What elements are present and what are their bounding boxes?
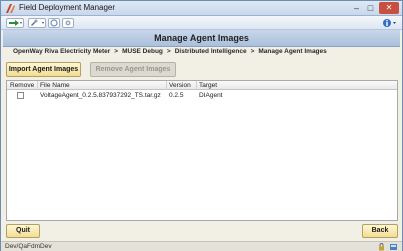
lock-icon xyxy=(379,243,384,251)
back-button[interactable]: Back xyxy=(362,224,398,238)
breadcrumb-current: Manage Agent Images xyxy=(258,48,327,55)
environment-label: Dev/QaFdmDev xyxy=(5,243,52,250)
remove-agent-images-button: Remove Agent Images xyxy=(90,62,176,77)
breadcrumb-item[interactable]: OpenWay Riva Electricity Meter xyxy=(13,48,110,55)
app-window: Field Deployment Manager – □ ✕ Manage Ag… xyxy=(0,0,403,251)
window-title: Field Deployment Manager xyxy=(19,3,116,12)
table-row[interactable]: VoltageAgent_0.2.5.837937292_TS.tar.gz 0… xyxy=(7,91,397,100)
column-header-remove[interactable]: Remove xyxy=(10,82,34,89)
file-name-cell: VoltageAgent_0.2.5.837937292_TS.tar.gz xyxy=(40,92,161,99)
status-bar: Dev/QaFdmDev xyxy=(1,241,402,251)
breadcrumb-separator: > xyxy=(114,48,119,55)
table-header: Remove File Name Version Target xyxy=(7,81,397,90)
breadcrumb-item[interactable]: Distributed Intelligence xyxy=(175,48,247,55)
column-header-version[interactable]: Version xyxy=(169,82,191,89)
import-agent-images-button[interactable]: Import Agent Images xyxy=(6,62,81,77)
remove-checkbox[interactable] xyxy=(17,92,24,99)
toolbar xyxy=(1,16,402,30)
close-button[interactable]: ✕ xyxy=(379,2,399,14)
help-icon[interactable] xyxy=(382,18,398,28)
minimize-button[interactable]: – xyxy=(351,2,362,14)
maximize-button[interactable]: □ xyxy=(365,2,376,14)
connection-icon xyxy=(390,244,397,250)
column-header-file-name[interactable]: File Name xyxy=(40,82,70,89)
quit-button[interactable]: Quit xyxy=(6,224,40,238)
target-cell: DIAgent xyxy=(199,92,223,99)
breadcrumb-item[interactable]: MUSE Debug xyxy=(122,48,163,55)
column-divider xyxy=(196,81,197,90)
title-bar: Field Deployment Manager – □ ✕ xyxy=(1,1,402,16)
tools-icon xyxy=(31,19,44,26)
page-title: Manage Agent Images xyxy=(154,33,249,43)
arrow-right-icon xyxy=(9,20,22,26)
column-divider xyxy=(166,81,167,90)
navigate-menu-button[interactable] xyxy=(6,18,24,28)
breadcrumb-separator: > xyxy=(166,48,171,55)
refresh-icon xyxy=(50,19,58,27)
tools-menu-button[interactable] xyxy=(28,18,46,28)
breadcrumb: OpenWay Riva Electricity Meter > MUSE Debu… xyxy=(13,48,327,58)
breadcrumb-separator: > xyxy=(250,48,255,55)
refresh-button[interactable] xyxy=(48,18,60,28)
settings-button[interactable] xyxy=(62,18,74,28)
gear-icon xyxy=(65,20,71,26)
agent-images-table: Remove File Name Version Target VoltageA… xyxy=(6,80,398,221)
app-logo-icon xyxy=(6,4,15,13)
page-header: Manage Agent Images xyxy=(3,30,400,47)
version-cell: 0.2.5 xyxy=(169,92,184,99)
column-header-target[interactable]: Target xyxy=(199,82,217,89)
column-divider xyxy=(37,81,38,90)
